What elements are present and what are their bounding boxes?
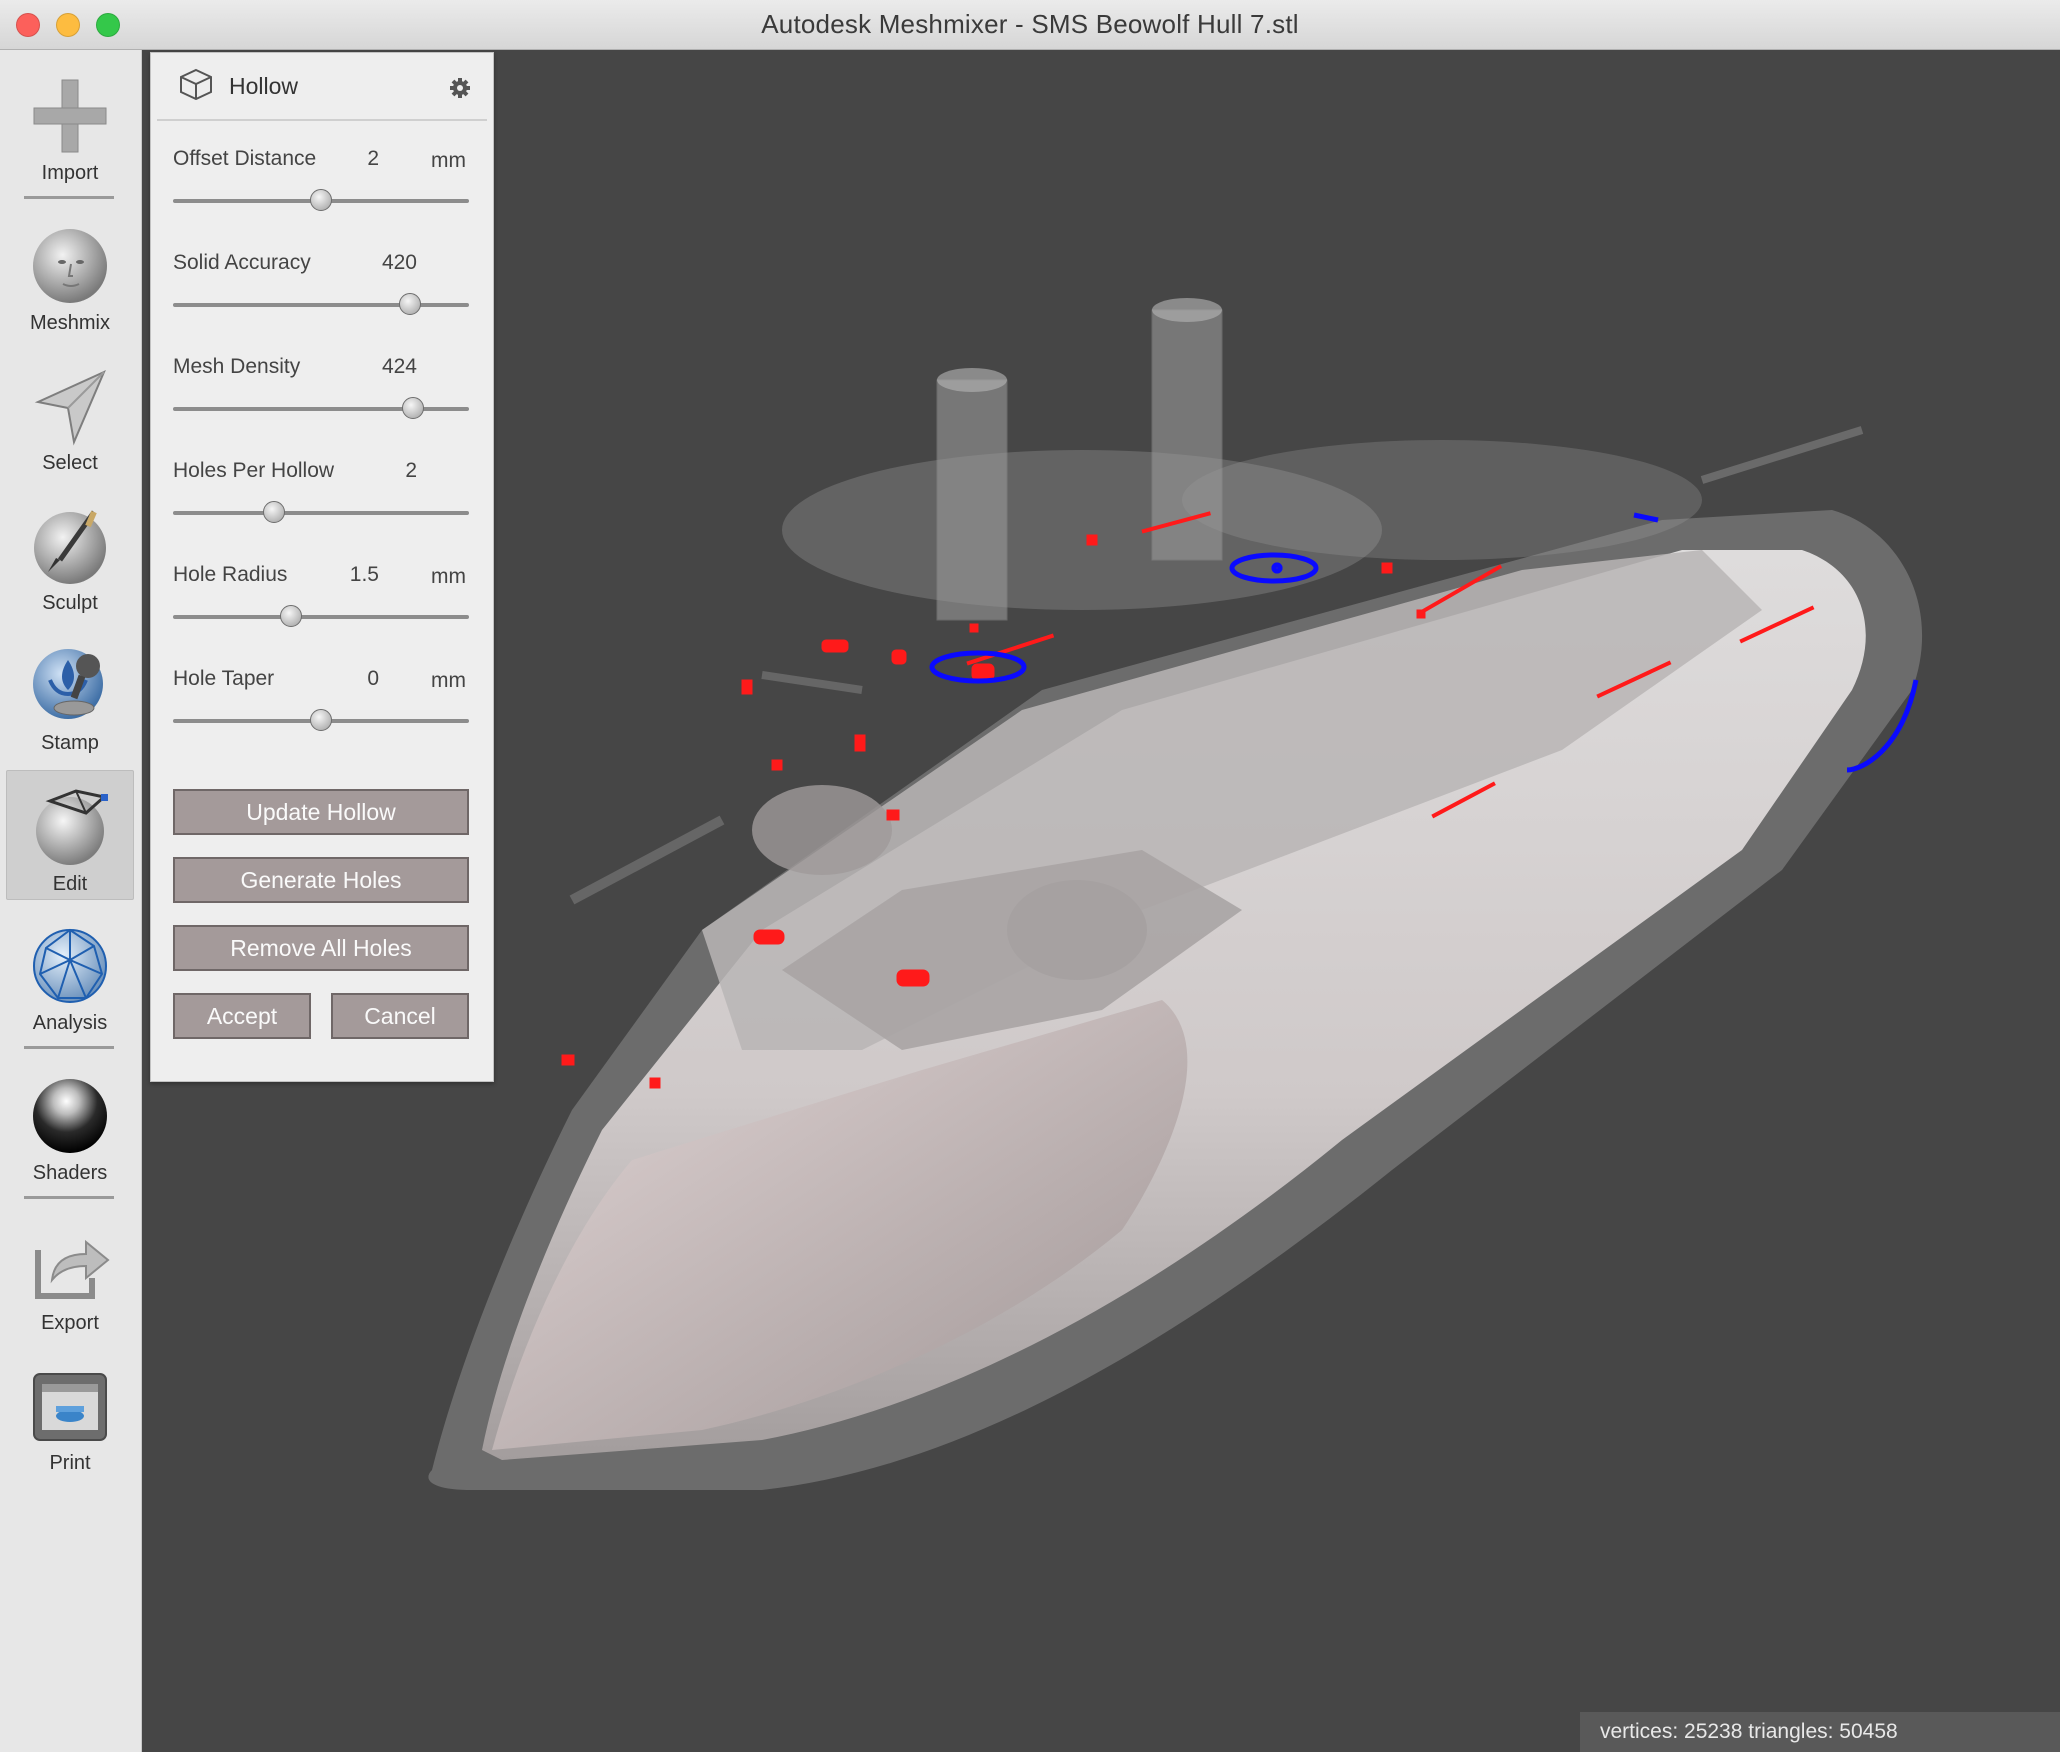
main-toolbar: Import Meshmix Select Sculpt Stamp Edit … bbox=[0, 50, 142, 1752]
toolbar-divider bbox=[24, 1046, 114, 1049]
param-solid-accuracy: Solid Accuracy 420 bbox=[173, 235, 473, 339]
param-unit: mm bbox=[431, 565, 466, 588]
param-holes-per-hollow: Holes Per Hollow 2 bbox=[173, 443, 473, 547]
generate-holes-button[interactable]: Generate Holes bbox=[173, 857, 469, 903]
window-controls bbox=[16, 13, 120, 37]
remove-all-holes-button[interactable]: Remove All Holes bbox=[173, 925, 469, 971]
window-title: Autodesk Meshmixer - SMS Beowolf Hull 7.… bbox=[761, 9, 1299, 39]
cancel-button[interactable]: Cancel bbox=[331, 993, 469, 1039]
param-value[interactable]: 420 bbox=[341, 251, 417, 275]
tool-label: Sculpt bbox=[42, 592, 98, 614]
cube-icon bbox=[179, 68, 213, 105]
param-label: Holes Per Hollow bbox=[173, 459, 335, 482]
slider-thumb[interactable] bbox=[310, 709, 332, 731]
arrow-cursor-icon bbox=[28, 364, 112, 448]
tool-meshmix[interactable]: Meshmix bbox=[6, 210, 134, 340]
tool-label: Meshmix bbox=[29, 312, 110, 334]
param-label: Offset Distance bbox=[173, 147, 317, 170]
slider-thumb[interactable] bbox=[262, 501, 285, 523]
panel-title: Hollow bbox=[229, 72, 299, 99]
tool-stamp[interactable]: Stamp bbox=[6, 630, 134, 760]
face-sphere-icon bbox=[28, 224, 112, 308]
slider-track[interactable] bbox=[173, 303, 469, 307]
panel-header: Hollow bbox=[157, 53, 487, 121]
zoom-window-button[interactable] bbox=[96, 13, 120, 37]
mesh-sphere-icon bbox=[28, 924, 112, 1008]
close-window-button[interactable] bbox=[16, 13, 40, 37]
accept-button[interactable]: Accept bbox=[173, 993, 311, 1039]
param-label: Hole Radius bbox=[173, 563, 288, 586]
printer-icon bbox=[28, 1364, 112, 1448]
param-hole-taper: Hole Taper 0 mm bbox=[173, 651, 473, 755]
param-mesh-density: Mesh Density 424 bbox=[173, 339, 473, 443]
tool-label: Print bbox=[49, 1452, 91, 1474]
slider-thumb[interactable] bbox=[401, 397, 424, 419]
param-offset-distance: Offset Distance 2 mm bbox=[173, 131, 473, 235]
slider-track[interactable] bbox=[173, 615, 469, 619]
tool-label: Stamp bbox=[41, 732, 99, 754]
param-label: Hole Taper bbox=[173, 667, 275, 690]
toolbar-divider bbox=[24, 196, 114, 199]
minimize-window-button[interactable] bbox=[56, 13, 80, 37]
toolbar-divider bbox=[24, 1196, 114, 1199]
brush-icon bbox=[28, 504, 112, 588]
tool-select[interactable]: Select bbox=[6, 350, 134, 480]
tool-export[interactable]: Export bbox=[6, 1210, 134, 1340]
param-unit: mm bbox=[431, 149, 466, 172]
param-label: Solid Accuracy bbox=[173, 251, 311, 274]
edit-sphere-icon bbox=[28, 785, 112, 869]
mesh-stats-status: vertices: 25238 triangles: 50458 bbox=[1580, 1712, 2060, 1752]
gear-icon[interactable] bbox=[449, 77, 471, 99]
shader-sphere-icon bbox=[28, 1074, 112, 1158]
tool-label: Select bbox=[42, 452, 98, 474]
tool-label: Shaders bbox=[32, 1162, 108, 1184]
param-unit: mm bbox=[431, 669, 466, 692]
tool-shaders[interactable]: Shaders bbox=[6, 1060, 134, 1190]
param-value[interactable]: 2 bbox=[341, 147, 379, 171]
slider-track[interactable] bbox=[173, 511, 469, 515]
tool-print[interactable]: Print bbox=[6, 1350, 134, 1480]
tool-sculpt[interactable]: Sculpt bbox=[6, 490, 134, 620]
hollow-panel: Hollow Offset Distance 2 mm Solid Accura… bbox=[150, 52, 494, 1082]
tool-analysis[interactable]: Analysis bbox=[6, 910, 134, 1040]
window-titlebar: Autodesk Meshmixer - SMS Beowolf Hull 7.… bbox=[0, 0, 2060, 50]
param-hole-radius: Hole Radius 1.5 mm bbox=[173, 547, 473, 651]
slider-thumb[interactable] bbox=[280, 605, 303, 627]
update-hollow-button[interactable]: Update Hollow bbox=[173, 789, 469, 835]
param-value[interactable]: 0 bbox=[341, 667, 379, 691]
slider-thumb[interactable] bbox=[398, 293, 421, 315]
param-value[interactable]: 1.5 bbox=[341, 563, 379, 587]
tool-edit[interactable]: Edit bbox=[6, 770, 134, 900]
tool-label: Export bbox=[41, 1312, 99, 1334]
tool-label: Analysis bbox=[32, 1012, 108, 1034]
slider-thumb[interactable] bbox=[310, 189, 332, 211]
export-icon bbox=[28, 1224, 112, 1308]
param-value[interactable]: 2 bbox=[341, 459, 417, 483]
param-label: Mesh Density bbox=[173, 355, 301, 378]
tool-label: Import bbox=[41, 162, 99, 184]
stamp-icon bbox=[28, 644, 112, 728]
tool-import[interactable]: Import bbox=[6, 60, 134, 190]
tool-label: Edit bbox=[52, 873, 88, 895]
plus-icon bbox=[28, 74, 112, 158]
param-value[interactable]: 424 bbox=[341, 355, 417, 379]
slider-track[interactable] bbox=[173, 407, 469, 411]
